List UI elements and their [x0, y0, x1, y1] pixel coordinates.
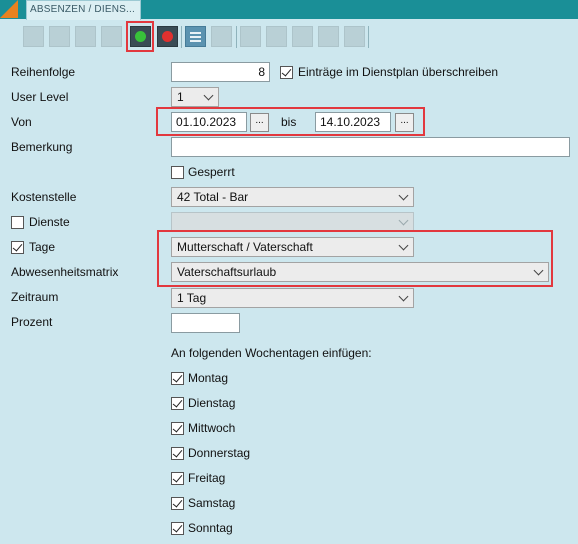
weekday-checkbox-dienstag[interactable] — [171, 397, 184, 410]
menu-corner-icon[interactable] — [0, 0, 18, 18]
chevron-down-icon — [398, 215, 409, 226]
save-new-icon[interactable] — [49, 26, 70, 47]
export-icon[interactable] — [211, 26, 232, 47]
weekday-checkbox-sonntag[interactable] — [171, 522, 184, 535]
list-icon — [190, 32, 201, 44]
save-icon[interactable] — [23, 26, 44, 47]
chevron-down-icon — [398, 190, 409, 201]
weekday-label: Donnerstag — [188, 446, 251, 460]
next-record-icon[interactable] — [292, 26, 313, 47]
dienste-checkbox[interactable] — [11, 216, 24, 229]
weekdays-heading: An folgenden Wochentagen einfügen: — [171, 346, 372, 360]
von-label: Von — [11, 115, 32, 129]
prozent-label: Prozent — [11, 315, 53, 329]
reihenfolge-input[interactable]: 8 — [171, 62, 270, 82]
tab-absenzen[interactable]: ABSENZEN / DIENS... — [26, 0, 141, 20]
dienste-select — [171, 212, 414, 232]
cancel-button[interactable] — [157, 26, 178, 47]
toolbar — [0, 20, 578, 50]
weekday-label: Mittwoch — [188, 421, 236, 435]
bemerkung-input[interactable] — [171, 137, 570, 157]
reihenfolge-label: Reihenfolge — [11, 65, 76, 79]
prev-record-icon[interactable] — [266, 26, 287, 47]
zeitraum-label: Zeitraum — [11, 290, 59, 304]
matrix-label: Abwesenheitsmatrix — [11, 265, 119, 279]
weekday-checkbox-montag[interactable] — [171, 372, 184, 385]
bemerkung-label: Bemerkung — [11, 140, 73, 154]
weekday-checkbox-samstag[interactable] — [171, 497, 184, 510]
chevron-down-icon — [398, 291, 409, 302]
weekday-checkbox-freitag[interactable] — [171, 472, 184, 485]
gesperrt-checkbox[interactable] — [171, 166, 184, 179]
weekday-label: Freitag — [188, 471, 226, 485]
tage-checkbox[interactable] — [11, 241, 24, 254]
kostenstelle-value: 42 Total - Bar — [177, 190, 249, 204]
gesperrt-label: Gesperrt — [188, 165, 235, 179]
overwrite-label: Einträge im Dienstplan überschreiben — [298, 65, 499, 79]
weekday-checkbox-donnerstag[interactable] — [171, 447, 184, 460]
user-level-label: User Level — [11, 90, 69, 104]
dienste-label: Dienste — [29, 215, 70, 229]
last-record-icon[interactable] — [318, 26, 339, 47]
kostenstelle-label: Kostenstelle — [11, 190, 77, 204]
copy-icon[interactable] — [75, 26, 96, 47]
weekday-label: Sonntag — [188, 521, 233, 535]
weekday-label: Dienstag — [188, 396, 236, 410]
zeitraum-select[interactable]: 1 Tag — [171, 288, 414, 308]
tage-label: Tage — [29, 240, 56, 254]
zeitraum-value: 1 Tag — [177, 291, 207, 305]
highlight-tage-matrix — [157, 230, 553, 287]
highlight-dates — [156, 107, 425, 136]
highlight-confirm — [126, 21, 154, 52]
first-record-icon[interactable] — [240, 26, 261, 47]
weekday-checkbox-mittwoch[interactable] — [171, 422, 184, 435]
prozent-input[interactable] — [171, 313, 240, 333]
list-button[interactable] — [185, 26, 206, 47]
delete-icon[interactable] — [101, 26, 122, 47]
weekday-label: Samstag — [188, 496, 236, 510]
kostenstelle-select[interactable]: 42 Total - Bar — [171, 187, 414, 207]
refresh-icon[interactable] — [344, 26, 365, 47]
user-level-value: 1 — [177, 90, 184, 104]
close-icon — [162, 31, 173, 42]
chevron-down-icon — [203, 90, 214, 101]
weekday-label: Montag — [188, 371, 229, 385]
overwrite-checkbox[interactable] — [280, 66, 293, 79]
user-level-select[interactable]: 1 — [171, 87, 219, 107]
